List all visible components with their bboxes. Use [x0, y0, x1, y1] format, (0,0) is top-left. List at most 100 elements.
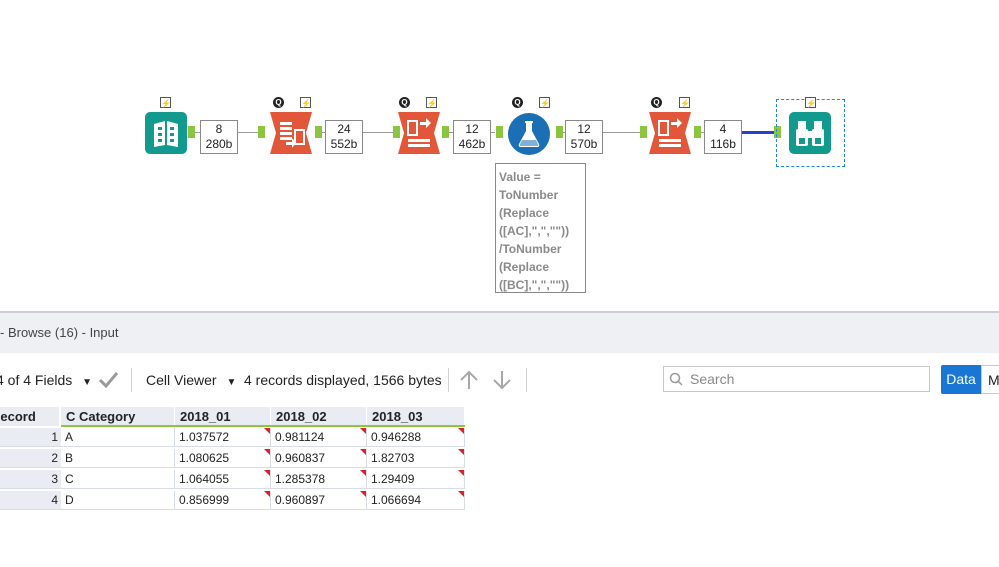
record-size: 552b	[330, 137, 358, 151]
lightning-badge-icon: ⚡	[539, 97, 550, 108]
cross-tab-tool-2[interactable]	[649, 112, 691, 154]
value-cell[interactable]: 1.037572	[175, 428, 271, 447]
formula-annotation: Value = ToNumber (Replace ([AC],",",""))…	[495, 163, 586, 293]
results-pane-title: - Browse (16) - Input	[0, 325, 119, 340]
record-number: 2	[0, 449, 61, 468]
column-header-record[interactable]: Record	[0, 407, 60, 426]
annotation-line: (Replace	[499, 206, 550, 220]
connection-record-count: 24 552b	[325, 120, 363, 154]
value-cell[interactable]: 1.064055	[175, 470, 271, 489]
output-anchor[interactable]	[315, 126, 322, 138]
conversion-flag-icon	[458, 449, 464, 455]
conversion-flag-icon	[264, 491, 270, 497]
caret-down-icon: ▼	[226, 377, 237, 388]
cross-tab-tool[interactable]	[398, 112, 440, 154]
apply-check-icon[interactable]	[98, 369, 119, 392]
annotation-line: /ToNumber	[499, 242, 562, 256]
output-anchor[interactable]	[188, 126, 195, 138]
transpose-icon	[270, 112, 312, 154]
value-cell[interactable]: 0.946288	[367, 428, 465, 447]
category-cell[interactable]: D	[61, 491, 175, 510]
record-number: 4	[0, 491, 61, 510]
fields-selector[interactable]: 4 of 4 Fields ▼	[0, 372, 92, 388]
column-header-2018-01[interactable]: 2018_01	[175, 407, 271, 426]
column-header-2018-02[interactable]: 2018_02	[271, 407, 367, 426]
browse-tool[interactable]	[789, 112, 831, 154]
value-cell[interactable]: 0.960837	[271, 449, 367, 468]
q-badge-icon: Q	[399, 97, 410, 108]
value-cell[interactable]: 1.29409	[367, 470, 465, 489]
input-anchor[interactable]	[496, 126, 503, 138]
workflow-canvas[interactable]: ⚡ 8 280b Q ⚡ 24 552b Q ⚡ 12 462b Q ⚡ 12 …	[0, 0, 999, 310]
cell-viewer-dropdown[interactable]: Cell Viewer ▼	[146, 372, 236, 388]
annotation-line: (Replace	[499, 260, 550, 274]
q-badge-icon: Q	[273, 97, 284, 108]
annotation-line: ([AC],",",""))	[499, 224, 570, 238]
search-placeholder: Search	[690, 371, 735, 387]
connection-record-count: 4 116b	[704, 120, 742, 154]
value-cell[interactable]: 0.856999	[175, 491, 271, 510]
cell-viewer-label: Cell Viewer	[146, 372, 217, 388]
connection-record-count: 12 570b	[565, 120, 603, 154]
conversion-flag-icon	[360, 428, 366, 434]
data-tab-button[interactable]: Data	[941, 365, 981, 394]
record-size: 570b	[570, 137, 598, 151]
record-count: 4	[719, 122, 727, 136]
connection-line	[603, 132, 640, 133]
selected-connection-line[interactable]	[742, 131, 774, 134]
transpose-tool[interactable]	[270, 112, 312, 154]
cross-tab-icon	[398, 112, 440, 154]
arrow-up-icon[interactable]	[458, 369, 480, 394]
search-icon	[669, 372, 683, 389]
flask-icon	[508, 113, 550, 155]
value-cell[interactable]: 1.080625	[175, 449, 271, 468]
annotation-line: Value =	[499, 170, 541, 184]
record-number: 3	[0, 470, 61, 489]
category-cell[interactable]: C	[61, 470, 175, 489]
value-cell[interactable]: 0.981124	[271, 428, 367, 447]
category-cell[interactable]: A	[61, 428, 175, 447]
connection-line	[238, 132, 258, 133]
input-anchor[interactable]	[640, 126, 647, 138]
metadata-tab-button[interactable]: M	[981, 365, 999, 394]
conversion-flag-icon	[458, 428, 464, 434]
record-info: 4 records displayed, 1566 bytes	[244, 372, 442, 388]
toolbar-separator	[131, 368, 132, 392]
annotation-line: ToNumber	[499, 188, 559, 202]
output-anchor[interactable]	[442, 126, 449, 138]
q-badge-icon: Q	[651, 97, 662, 108]
input-data-tool[interactable]	[145, 112, 187, 154]
connection-record-count: 12 462b	[453, 120, 491, 154]
lightning-badge-icon: ⚡	[805, 97, 816, 108]
connection-line	[491, 132, 495, 133]
column-header-2018-03[interactable]: 2018_03	[367, 407, 465, 426]
record-size: 462b	[458, 137, 486, 151]
arrow-down-icon[interactable]	[491, 369, 513, 394]
value-cell[interactable]: 0.960897	[271, 491, 367, 510]
connection-record-count: 8 280b	[200, 120, 238, 154]
conversion-flag-icon	[360, 449, 366, 455]
conversion-flag-icon	[360, 491, 366, 497]
conversion-flag-icon	[264, 449, 270, 455]
record-size: 116b	[710, 137, 736, 151]
lightning-badge-icon: ⚡	[426, 97, 437, 108]
output-anchor[interactable]	[694, 126, 701, 138]
binoculars-icon	[789, 112, 831, 154]
value-cell[interactable]: 1.82703	[367, 449, 465, 468]
lightning-badge-icon: ⚡	[300, 97, 311, 108]
input-anchor[interactable]	[258, 126, 265, 138]
fields-label: 4 of 4 Fields	[0, 372, 73, 388]
record-size: 280b	[205, 137, 233, 151]
connection-line	[363, 132, 393, 133]
annotation-line: ([BC],",",""))	[499, 278, 570, 292]
output-anchor[interactable]	[556, 126, 563, 138]
column-header-category[interactable]: C Category	[61, 407, 175, 426]
value-cell[interactable]: 1.066694	[367, 491, 465, 510]
results-pane-header	[0, 313, 999, 353]
value-cell[interactable]: 1.285378	[271, 470, 367, 489]
conversion-flag-icon	[360, 470, 366, 476]
conversion-flag-icon	[458, 470, 464, 476]
category-cell[interactable]: B	[61, 449, 175, 468]
formula-tool[interactable]	[507, 112, 550, 155]
record-count: 24	[337, 122, 351, 136]
